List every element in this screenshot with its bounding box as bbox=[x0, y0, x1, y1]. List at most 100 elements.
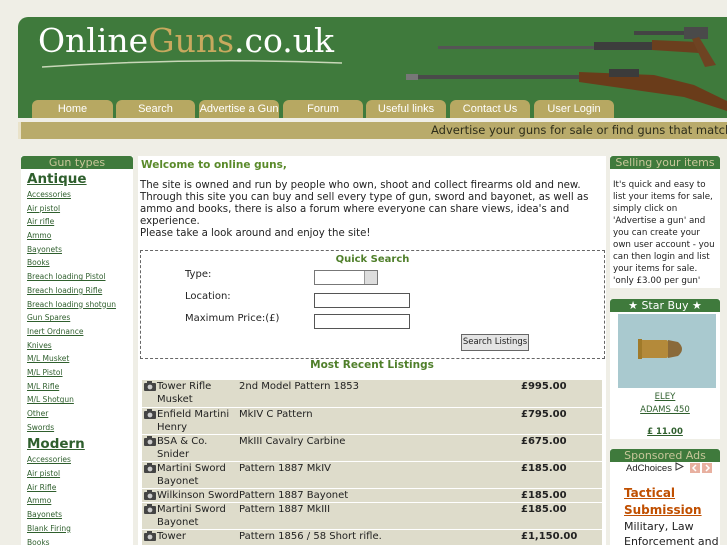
antique-link[interactable]: Knives bbox=[27, 339, 133, 353]
listing-row[interactable]: Martini Sword Bayonet Pattern 1887 MkIV … bbox=[142, 462, 602, 489]
modern-link[interactable]: Books bbox=[27, 536, 133, 545]
main-content: Welcome to online guns, The site is owne… bbox=[138, 156, 606, 545]
nav-home[interactable]: Home bbox=[32, 100, 113, 118]
antique-link[interactable]: Air rifle bbox=[27, 215, 133, 229]
category-heading-modern[interactable]: Modern bbox=[27, 436, 133, 452]
listing-description: Pattern 1887 Bayonet bbox=[239, 490, 349, 501]
quick-search-panel: Quick Search Type: Location: Maximum Pri… bbox=[140, 250, 605, 359]
antique-link[interactable]: Air pistol bbox=[27, 202, 133, 216]
logo-part-guns: Guns bbox=[148, 21, 235, 60]
site-logo[interactable]: OnlineGuns.co.uk bbox=[38, 21, 334, 60]
modern-link[interactable]: Ammo bbox=[27, 494, 133, 508]
listing-title[interactable]: Tower Rifle Musket bbox=[157, 380, 239, 406]
logo-part-domain: .co.uk bbox=[234, 21, 335, 60]
marquee-banner: Advertise your guns for sale or find gun… bbox=[18, 122, 727, 139]
right-sidebar: Selling your items It's quick and easy t… bbox=[610, 156, 720, 545]
listing-row[interactable]: Enfield Martini Henry MkIV C Pattern £79… bbox=[142, 408, 602, 435]
welcome-invite: Please take a look around and enjoy the … bbox=[140, 228, 371, 239]
marquee-text: Advertise your guns for sale or find gun… bbox=[431, 123, 727, 137]
recent-listings-table: Tower Rifle Musket 2nd Model Pattern 185… bbox=[142, 380, 602, 545]
nav-advertise-a-gun[interactable]: Advertise a Gun bbox=[199, 100, 279, 118]
antique-link[interactable]: M/L Pistol bbox=[27, 366, 133, 380]
camera-icon bbox=[144, 490, 156, 500]
antique-link[interactable]: M/L Musket bbox=[27, 352, 133, 366]
type-select[interactable] bbox=[314, 270, 378, 285]
star-buy-price[interactable]: £ 11.00 bbox=[610, 427, 720, 437]
antique-link[interactable]: Breach loading shotgun bbox=[27, 298, 133, 312]
category-heading-antique[interactable]: Antique bbox=[27, 171, 133, 187]
quick-search-title: Quick Search bbox=[335, 254, 410, 265]
modern-link[interactable]: Accessories bbox=[27, 453, 133, 467]
search-listings-button[interactable]: Search Listings bbox=[461, 334, 529, 351]
listing-price: £675.00 bbox=[521, 436, 567, 447]
camera-icon bbox=[144, 409, 156, 419]
camera-icon bbox=[144, 381, 156, 391]
max-price-input[interactable] bbox=[314, 314, 410, 329]
antique-link[interactable]: Books bbox=[27, 256, 133, 270]
ad-next-icon[interactable] bbox=[702, 463, 712, 473]
selling-title: Selling your items bbox=[610, 156, 720, 169]
antique-link[interactable]: Swords bbox=[27, 421, 133, 435]
listing-title[interactable]: Wilkinson Sword bbox=[157, 489, 247, 502]
logo-part-online: Online bbox=[38, 21, 149, 60]
ad-body-text: Military, Law Enforcement and bbox=[624, 520, 719, 545]
listing-price: £185.00 bbox=[521, 490, 567, 501]
modern-link[interactable]: Air Rifle bbox=[27, 481, 133, 495]
ad-title-link[interactable]: Tactical Submission bbox=[624, 485, 716, 519]
listing-price: £185.00 bbox=[521, 463, 567, 474]
modern-link[interactable]: Blank Firing bbox=[27, 522, 133, 536]
listing-title[interactable]: Martini Sword Bayonet bbox=[157, 503, 239, 529]
adchoices-label: AdChoices bbox=[626, 463, 672, 474]
antique-link[interactable]: Ammo bbox=[27, 229, 133, 243]
antique-link[interactable]: M/L Rifle bbox=[27, 380, 133, 394]
listing-row[interactable]: Tower Rifle Musket 2nd Model Pattern 185… bbox=[142, 380, 602, 408]
star-buy-box: ★ Star Buy ★ ELEY ADAMS 450 £ 11.00 bbox=[610, 299, 720, 439]
antique-link[interactable]: Other bbox=[27, 407, 133, 421]
sponsored-ads-box: Sponsored Ads AdChoices Tactical Submiss… bbox=[610, 449, 720, 545]
listing-price: £995.00 bbox=[521, 381, 567, 392]
welcome-paragraph: The site is owned and run by people who … bbox=[140, 180, 589, 227]
listing-row[interactable]: Martini Sword Bayonet Pattern 1887 MkIII… bbox=[142, 503, 602, 530]
modern-link[interactable]: Bayonets bbox=[27, 508, 133, 522]
antique-link[interactable]: Breach loading Rifle bbox=[27, 284, 133, 298]
antique-link[interactable]: Inert Ordnance bbox=[27, 325, 133, 339]
nav-useful-links[interactable]: Useful links bbox=[366, 100, 446, 118]
antique-link[interactable]: Gun Spares bbox=[27, 311, 133, 325]
location-input[interactable] bbox=[314, 293, 410, 308]
nav-forum[interactable]: Forum bbox=[283, 100, 363, 118]
gun-types-sidebar: Gun types Antique Accessories Air pistol… bbox=[21, 156, 133, 545]
nav-user-login[interactable]: User Login bbox=[534, 100, 614, 118]
antique-link[interactable]: M/L Shotgun bbox=[27, 393, 133, 407]
star-buy-title: ★ Star Buy ★ bbox=[610, 299, 720, 312]
listing-title[interactable]: Martini Sword Bayonet bbox=[157, 462, 239, 488]
nav-search[interactable]: Search bbox=[116, 100, 195, 118]
dropdown-arrow-icon bbox=[364, 271, 377, 284]
listing-price: £185.00 bbox=[521, 504, 567, 515]
nav-contact-us[interactable]: Contact Us bbox=[450, 100, 530, 118]
adchoices-badge[interactable]: AdChoices bbox=[626, 462, 684, 474]
ad-prev-icon[interactable] bbox=[690, 463, 700, 473]
listing-row[interactable]: Tower Pattern 1856 / 58 Short rifle. £1,… bbox=[142, 530, 602, 545]
camera-icon bbox=[144, 463, 156, 473]
listing-title[interactable]: BSA & Co. Snider bbox=[157, 435, 239, 461]
listing-price: £1,150.00 bbox=[521, 531, 578, 542]
listing-description: Pattern 1887 MkIV bbox=[239, 463, 331, 474]
listing-description: Pattern 1887 MkIII bbox=[239, 504, 331, 515]
logo-swoosh bbox=[42, 60, 342, 68]
star-buy-name-line1[interactable]: ELEY bbox=[610, 392, 720, 402]
welcome-text: The site is owned and run by people who … bbox=[140, 180, 606, 240]
listing-price: £795.00 bbox=[521, 409, 567, 420]
listing-title[interactable]: Tower bbox=[157, 530, 239, 543]
antique-link[interactable]: Breach loading Pistol bbox=[27, 270, 133, 284]
page: OnlineGuns.co.uk Home Search Advertise a… bbox=[0, 0, 727, 545]
listing-row[interactable]: BSA & Co. Snider MkIII Cavalry Carbine £… bbox=[142, 435, 602, 462]
antique-link[interactable]: Accessories bbox=[27, 188, 133, 202]
star-buy-name-line2[interactable]: ADAMS 450 bbox=[610, 405, 720, 415]
max-price-label: Maximum Price:(£) bbox=[185, 313, 280, 324]
star-buy-image[interactable] bbox=[618, 314, 716, 388]
modern-link[interactable]: Air pistol bbox=[27, 467, 133, 481]
listing-title[interactable]: Enfield Martini Henry bbox=[157, 408, 239, 434]
listing-row[interactable]: Wilkinson Sword Pattern 1887 Bayonet £18… bbox=[142, 489, 602, 503]
antique-link[interactable]: Bayonets bbox=[27, 243, 133, 257]
camera-icon bbox=[144, 531, 156, 541]
